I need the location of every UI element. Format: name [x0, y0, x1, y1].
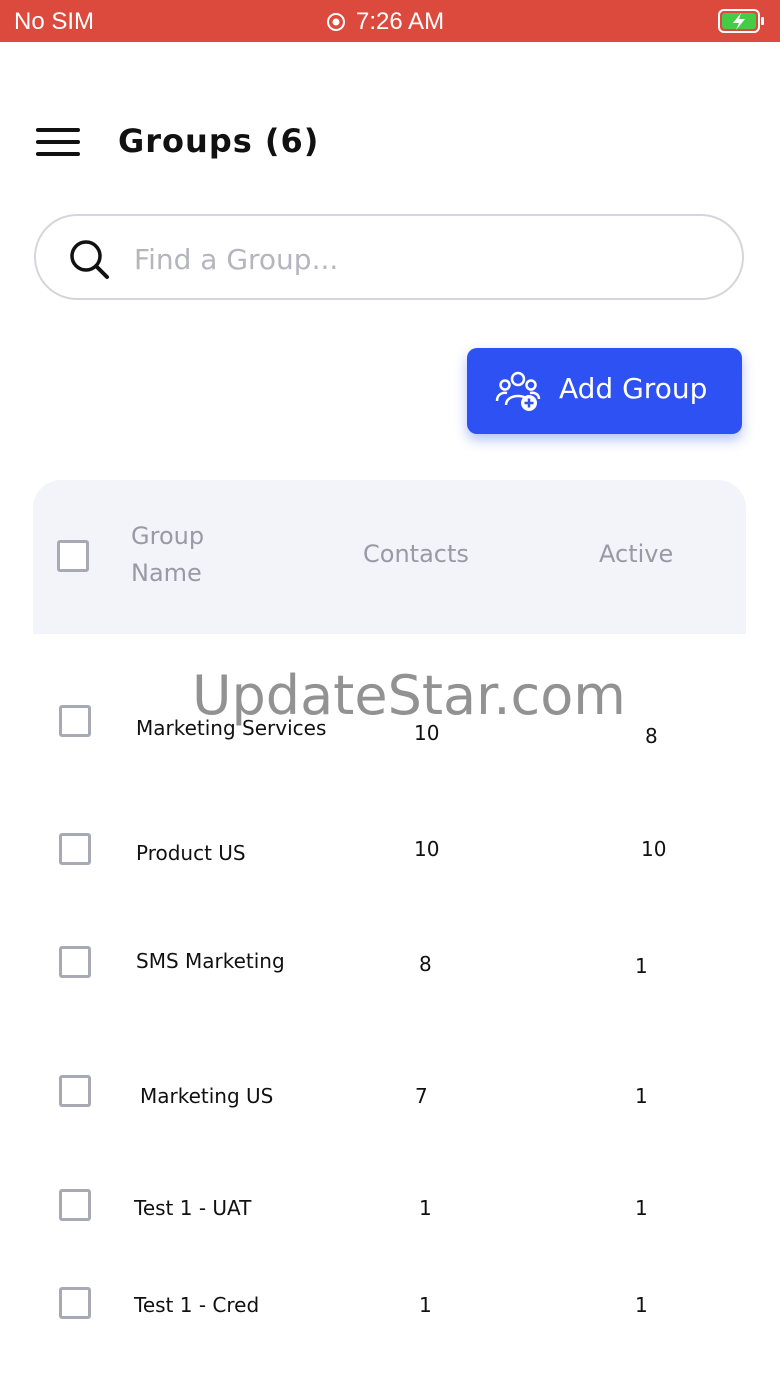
table-header: Group Name Contacts Active: [33, 480, 746, 634]
active-count: 1: [635, 954, 648, 978]
contacts-count: 10: [414, 721, 440, 745]
search-input[interactable]: [132, 234, 726, 284]
column-header-active[interactable]: Active: [599, 540, 673, 568]
table-row[interactable]: SMS Marketing 8 1: [33, 946, 746, 1006]
table-row[interactable]: Marketing US 7 1: [33, 1075, 746, 1135]
row-checkbox[interactable]: [59, 1075, 91, 1107]
group-name[interactable]: Product US: [136, 841, 246, 865]
column-header-contacts[interactable]: Contacts: [363, 540, 469, 568]
table-row[interactable]: Test 1 - Cred 1 1: [33, 1287, 746, 1347]
contacts-count: 8: [419, 952, 432, 976]
table-row[interactable]: Marketing Services 10 8: [33, 705, 746, 765]
alarm-icon: [327, 13, 345, 31]
table-row[interactable]: Product US 10 10: [33, 833, 746, 893]
contacts-count: 1: [419, 1293, 432, 1317]
active-count: 1: [635, 1196, 648, 1220]
status-bar: No SIM 7:26 AM: [0, 0, 780, 42]
page-title: Groups (6): [118, 122, 320, 160]
row-checkbox[interactable]: [59, 1189, 91, 1221]
group-name[interactable]: Test 1 - UAT: [134, 1196, 251, 1220]
select-all-checkbox[interactable]: [57, 540, 89, 572]
row-checkbox[interactable]: [59, 705, 91, 737]
add-group-label: Add Group: [559, 372, 708, 405]
row-checkbox[interactable]: [59, 946, 91, 978]
column-header-group-name[interactable]: Group Name: [131, 518, 271, 592]
time-label: 7:26 AM: [356, 8, 445, 35]
row-checkbox[interactable]: [59, 833, 91, 865]
active-count: 1: [635, 1084, 648, 1108]
active-count: 1: [635, 1293, 648, 1317]
table-row[interactable]: Test 1 - UAT 1 1: [33, 1189, 746, 1249]
app-header: Groups (6): [0, 110, 780, 180]
add-group-button[interactable]: Add Group: [467, 348, 742, 434]
carrier-label: No SIM: [14, 8, 95, 35]
active-count: 8: [645, 724, 658, 748]
group-name[interactable]: SMS Marketing: [136, 949, 285, 973]
search-box[interactable]: [34, 214, 744, 300]
row-checkbox[interactable]: [59, 1287, 91, 1319]
battery-charging-icon: [718, 9, 764, 33]
group-name[interactable]: Test 1 - Cred: [134, 1293, 259, 1317]
group-add-icon: [495, 371, 541, 411]
active-count: 10: [641, 837, 667, 861]
group-name[interactable]: Marketing Services: [136, 716, 326, 740]
contacts-count: 7: [415, 1084, 428, 1108]
search-icon: [70, 240, 109, 279]
contacts-count: 10: [414, 837, 440, 861]
status-time: 7:26 AM: [326, 8, 444, 36]
group-name[interactable]: Marketing US: [140, 1084, 273, 1108]
contacts-count: 1: [419, 1196, 432, 1220]
hamburger-menu-icon[interactable]: [34, 124, 84, 160]
